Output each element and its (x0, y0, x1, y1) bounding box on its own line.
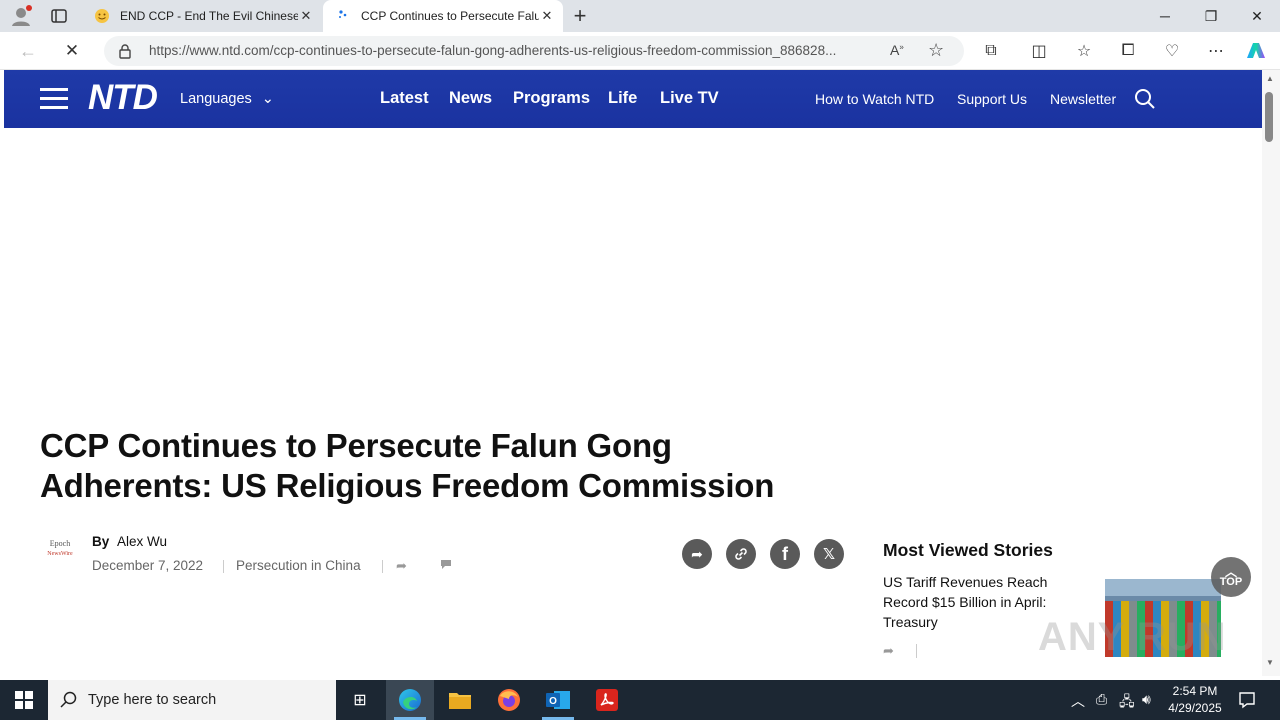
headline-line-2: Adherents: US Religious Freedom Commissi… (40, 467, 775, 504)
nav-news[interactable]: News (449, 89, 492, 108)
share-button[interactable]: ➦ (682, 539, 712, 569)
nav-support-us[interactable]: Support Us (957, 91, 1027, 107)
stop-loading-icon[interactable]: ✕ (58, 38, 86, 64)
copilot-icon[interactable] (1244, 40, 1268, 62)
nav-live-tv[interactable]: Live TV (660, 89, 719, 108)
tab-title: END CCP - End The Evil Chinese (120, 9, 298, 23)
x-twitter-button[interactable]: 𝕏 (814, 539, 844, 569)
address-bar[interactable]: https://www.ntd.com/ccp-continues-to-per… (104, 36, 964, 66)
volume-icon[interactable]: 🔊︎ (1142, 691, 1151, 708)
scroll-down-arrow-icon[interactable]: ▼ (1266, 658, 1274, 667)
taskbar: Type here to search ⊞ O ︿ ⎙ 🖧 🔊︎ 2:54 PM… (0, 680, 1280, 720)
smiley-favicon-icon (94, 8, 110, 24)
meta-divider (223, 560, 224, 573)
network-icon[interactable]: 🖧 (1119, 691, 1135, 715)
close-tab-icon[interactable]: ✕ (298, 8, 314, 24)
author-logo-line-1: Epoch (49, 539, 71, 548)
copy-link-button[interactable] (726, 539, 756, 569)
nav-life[interactable]: Life (608, 89, 637, 108)
minimize-button[interactable]: ─ (1142, 0, 1188, 32)
scroll-up-arrow-icon[interactable]: ▲ (1266, 74, 1274, 83)
lock-icon[interactable] (118, 43, 132, 59)
acrobat-icon[interactable] (583, 680, 631, 720)
browser-toolbar: ← ✕ https://www.ntd.com/ccp-continues-to… (0, 32, 1280, 70)
close-tab-icon[interactable]: ✕ (539, 8, 555, 24)
meta-divider (916, 644, 917, 658)
close-window-button[interactable]: ✕ (1234, 0, 1280, 32)
chevron-down-icon: ⌄ (261, 91, 274, 107)
tab-strip: END CCP - End The Evil Chinese ✕ CCP Con… (0, 0, 1280, 32)
svg-text:O: O (549, 696, 557, 707)
author-name[interactable]: Alex Wu (117, 534, 167, 549)
watermark: ANY RUN (1038, 615, 1227, 659)
taskbar-search-box[interactable]: Type here to search (48, 680, 336, 720)
nav-programs[interactable]: Programs (513, 89, 590, 108)
meta-divider (382, 560, 383, 573)
hamburger-menu-icon[interactable] (40, 87, 68, 109)
search-icon (60, 691, 78, 709)
outlook-icon[interactable]: O (534, 680, 582, 720)
extensions-icon[interactable]: ⧉ (977, 38, 1005, 64)
profile-icon[interactable] (10, 5, 32, 27)
author-logo-line-2: NewsWire (47, 551, 73, 557)
article-headline: CCP Continues to Persecute Falun Gong Ad… (40, 426, 840, 506)
loading-favicon-icon (337, 9, 351, 23)
tab-ntd-article[interactable]: CCP Continues to Persecute Falu ✕ (323, 0, 563, 32)
search-placeholder: Type here to search (88, 692, 217, 708)
headline-line-1: CCP Continues to Persecute Falun Gong (40, 427, 672, 464)
notifications-icon[interactable] (1238, 691, 1256, 709)
back-icon[interactable]: ← (14, 38, 42, 64)
device-icon[interactable]: ⎙ (1096, 691, 1107, 708)
favorites-icon[interactable]: ☆ (1070, 38, 1098, 64)
task-view-icon[interactable]: ⊞ (336, 680, 384, 720)
nav-how-to-watch[interactable]: How to Watch NTD (815, 91, 934, 107)
windows-logo-icon (15, 691, 33, 709)
nav-newsletter[interactable]: Newsletter (1050, 91, 1116, 107)
most-viewed-title: Most Viewed Stories (883, 540, 1053, 560)
scroll-thumb[interactable] (1265, 92, 1273, 142)
site-header: NTD Languages ⌄ Latest News Programs Lif… (4, 70, 1262, 128)
nav-latest[interactable]: Latest (380, 89, 429, 108)
browser-essentials-icon[interactable]: ♡ (1158, 38, 1186, 64)
url-text[interactable]: https://www.ntd.com/ccp-continues-to-per… (149, 43, 879, 58)
collections-icon[interactable]: ⧠ (1114, 38, 1142, 64)
show-hidden-icons-icon[interactable]: ︿ (1071, 691, 1085, 711)
page-scrollbar[interactable]: ▲ ▼ (1262, 70, 1280, 676)
favorite-star-icon[interactable]: ☆ (928, 40, 944, 61)
firefox-icon[interactable] (485, 680, 533, 720)
facebook-button[interactable]: f (770, 539, 800, 569)
category-link[interactable]: Persecution in China (236, 558, 361, 573)
languages-label: Languages (180, 91, 252, 107)
web-page: NTD Languages ⌄ Latest News Programs Lif… (4, 70, 1262, 676)
by-label: By (92, 534, 110, 549)
search-icon[interactable] (1134, 88, 1156, 110)
more-options-icon[interactable]: ⋯ (1202, 38, 1230, 64)
clock-date: 4/29/2025 (1168, 701, 1222, 715)
top-label: TOP (1219, 576, 1243, 588)
languages-dropdown[interactable]: Languages ⌄ (180, 91, 274, 107)
byline: By Alex Wu (92, 534, 167, 549)
ad-slot (4, 128, 1262, 408)
new-tab-button[interactable]: + (568, 3, 592, 28)
start-button[interactable] (0, 680, 48, 720)
taskbar-clock[interactable]: 2:54 PM 4/29/2025 (1160, 683, 1230, 717)
tab-end-ccp[interactable]: END CCP - End The Evil Chinese ✕ (84, 0, 322, 32)
link-icon (735, 548, 747, 560)
share-arrow-icon[interactable]: ➦ (883, 643, 894, 659)
comment-icon[interactable] (440, 557, 452, 569)
back-to-top-button[interactable]: ︿ TOP (1211, 557, 1251, 597)
tab-actions-icon[interactable] (50, 7, 68, 25)
file-explorer-icon[interactable] (436, 680, 484, 720)
split-screen-icon[interactable]: ◫ (1025, 38, 1053, 64)
read-aloud-icon[interactable]: A» (890, 42, 904, 58)
author-logo[interactable]: Epoch NewsWire (40, 539, 80, 559)
share-arrow-icon[interactable]: ➦ (396, 558, 407, 574)
restore-button[interactable]: ❐ (1188, 0, 1234, 32)
ntd-logo[interactable]: NTD (88, 78, 158, 118)
publish-date: December 7, 2022 (92, 558, 204, 573)
edge-app-icon[interactable] (386, 680, 434, 720)
tab-title: CCP Continues to Persecute Falu (361, 9, 539, 23)
clock-time: 2:54 PM (1172, 684, 1218, 698)
